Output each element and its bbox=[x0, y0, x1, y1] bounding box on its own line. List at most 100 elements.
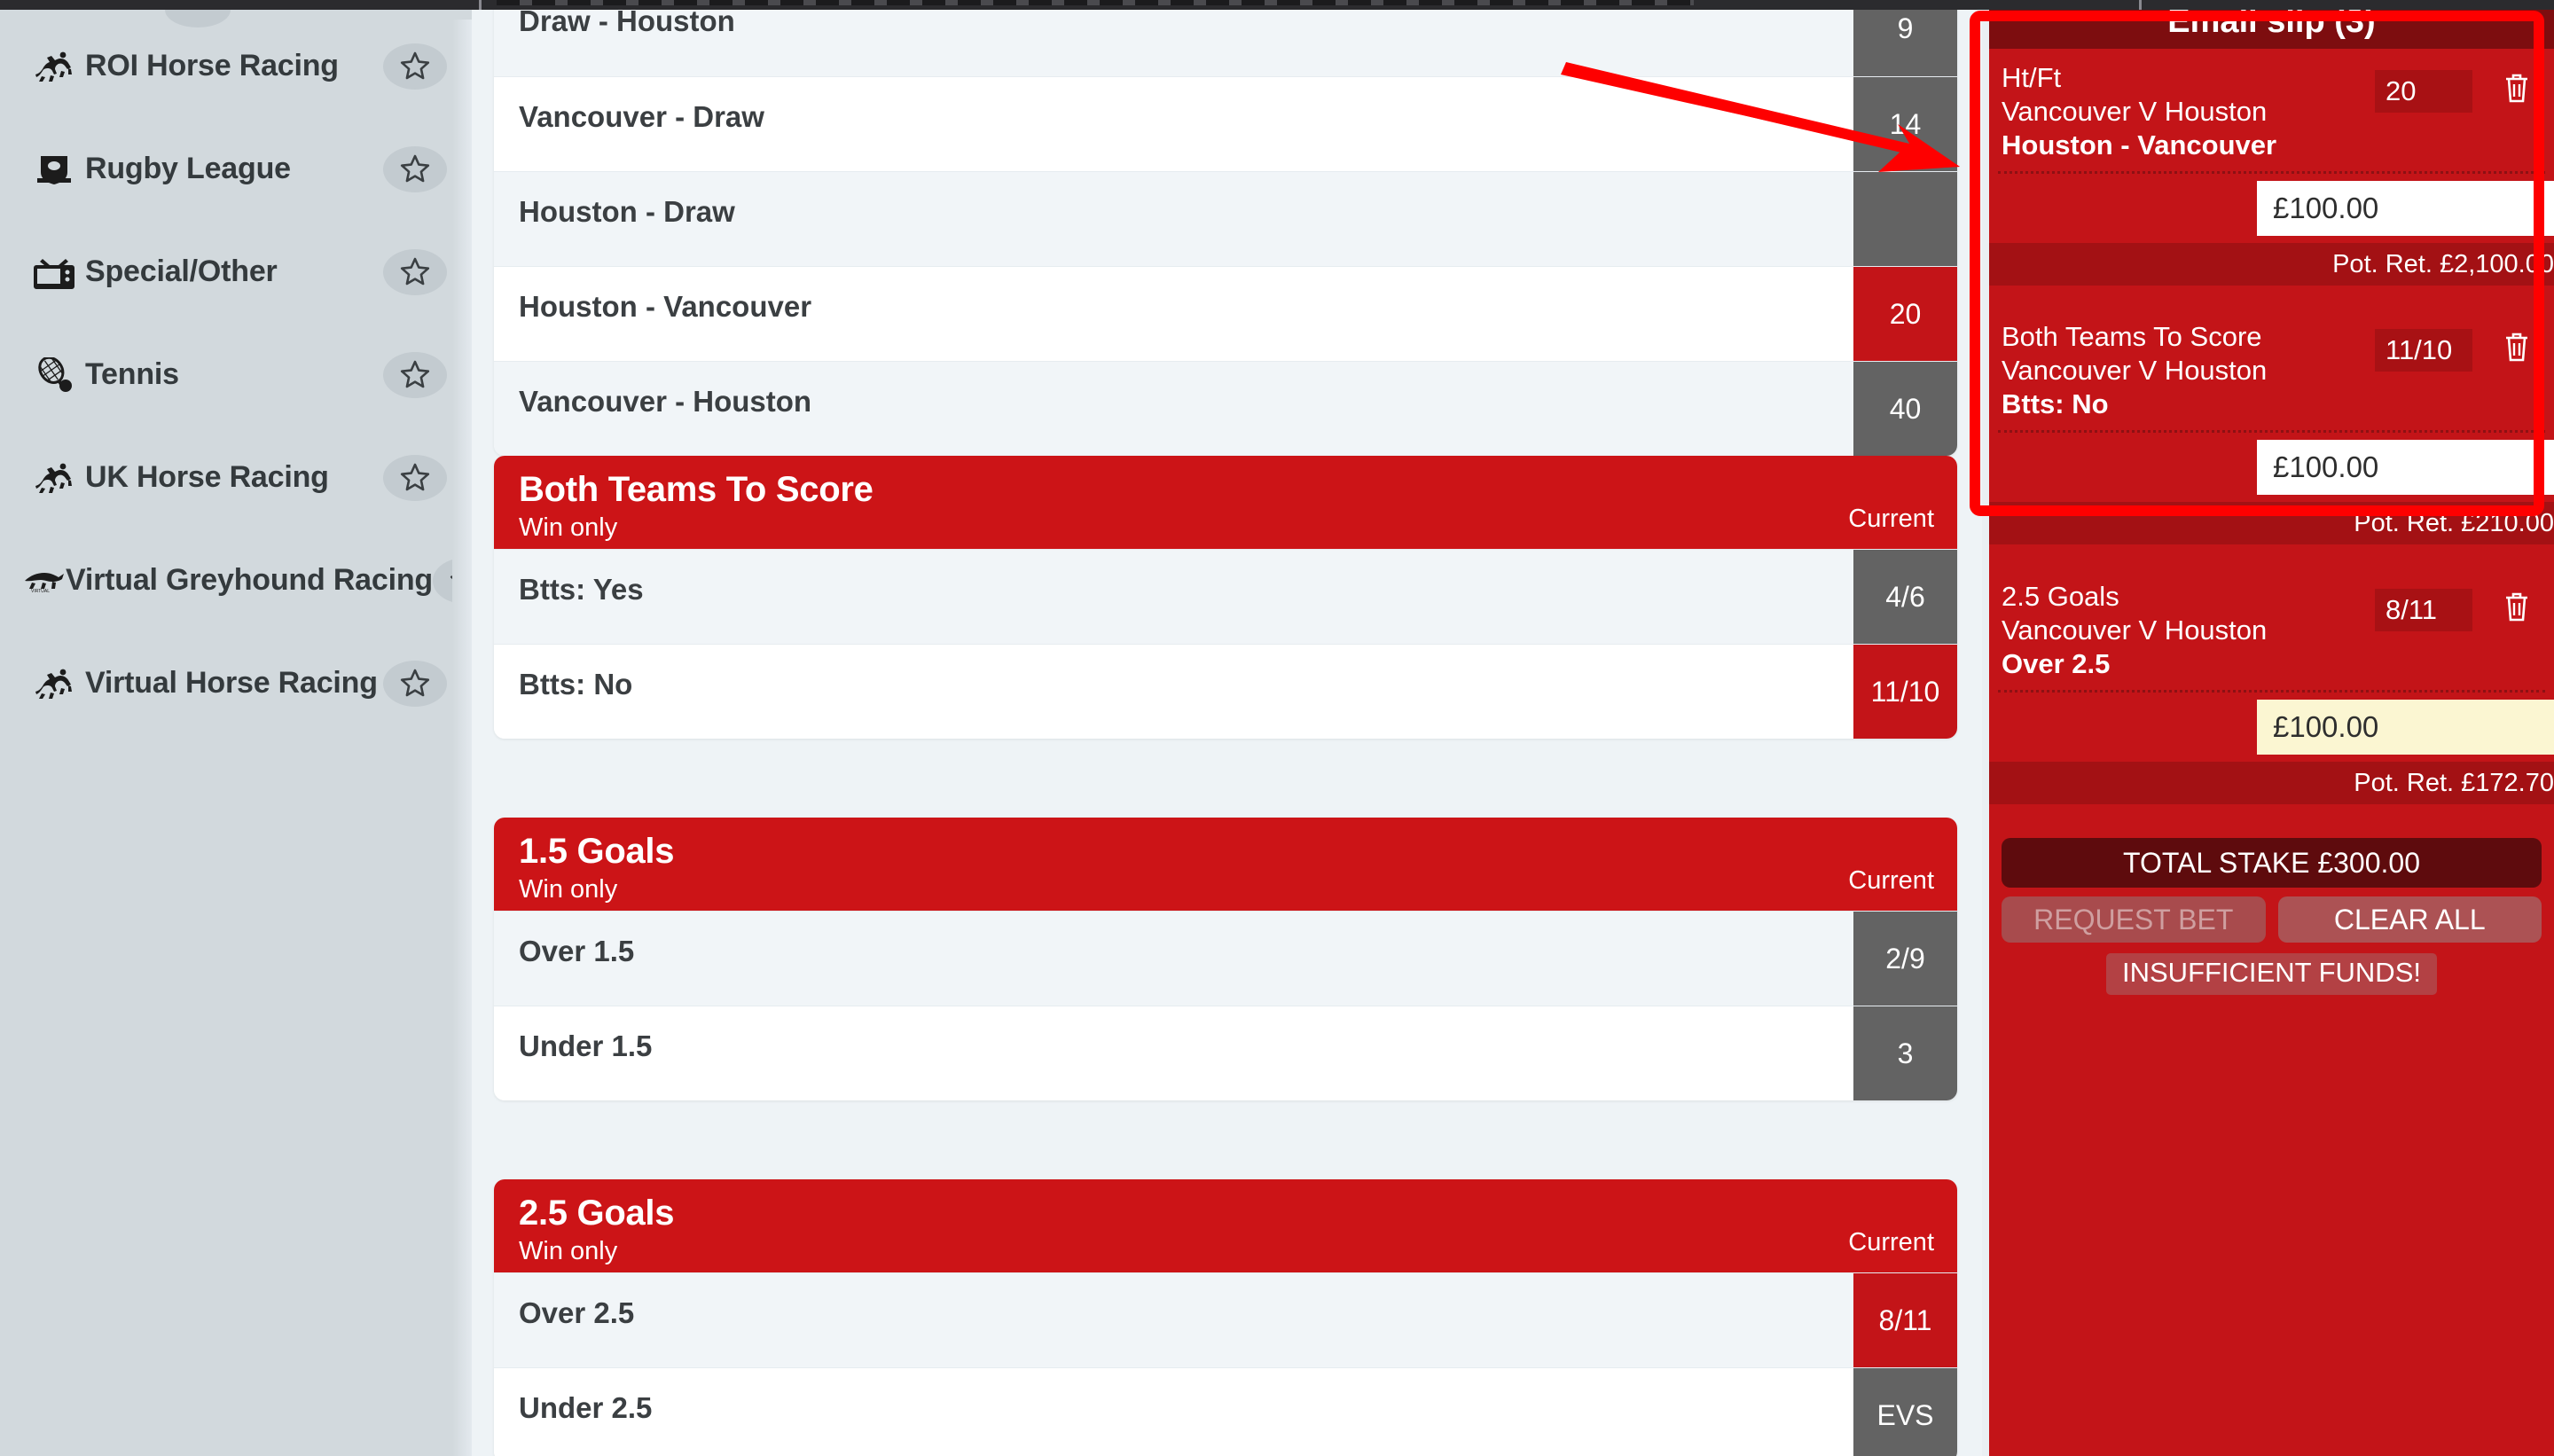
betslip-stake-area bbox=[1989, 693, 2554, 762]
odds-button[interactable] bbox=[1853, 172, 1957, 267]
selection-name: Under 2.5 bbox=[519, 1391, 653, 1424]
star-icon bbox=[400, 360, 430, 389]
sidebar-item-uk-horse-racing[interactable]: UK Horse Racing bbox=[0, 430, 472, 525]
betslip-stake-area bbox=[1989, 433, 2554, 502]
stake-input[interactable] bbox=[2257, 181, 2554, 236]
market-header-1-5-goals: 1.5 Goals Win only Current bbox=[494, 818, 1957, 911]
potential-return-text: Pot. Ret. £172.70 bbox=[2354, 769, 2554, 797]
betslip-bet-row: 2.5 Goals Vancouver V Houston Over 2.5 8/11… bbox=[1989, 568, 2554, 804]
selection-row[interactable]: Btts: No 11/10 bbox=[494, 644, 1957, 739]
market-card-ht-ft: Draw - Houston 9 Vancouver - Draw 14 Houston… bbox=[494, 10, 1957, 456]
selection-name: Btts: No bbox=[519, 668, 633, 701]
star-icon bbox=[400, 669, 430, 698]
selection-row[interactable]: Houston - Vancouver 20 bbox=[494, 266, 1957, 362]
request-bet-button[interactable]: REQUEST BET bbox=[2002, 896, 2266, 943]
total-stake-display: TOTAL STAKE £300.00 bbox=[2002, 838, 2542, 888]
odds-button[interactable]: 14 bbox=[1853, 77, 1957, 172]
betslip-bet-row: Both Teams To Score Vancouver V Houston Bt… bbox=[1989, 308, 2554, 544]
sidebar-item-label: Virtual Horse Racing bbox=[85, 666, 378, 700]
odds-column-header: Current bbox=[1848, 1228, 1934, 1256]
svg-text:VIRTUAL: VIRTUAL bbox=[31, 589, 50, 593]
sidebar-item-special-other[interactable]: Special/Other bbox=[0, 224, 472, 319]
odds-button[interactable]: 3 bbox=[1853, 1006, 1957, 1100]
selection-row[interactable]: Over 2.5 8/11 bbox=[494, 1272, 1957, 1368]
market-header-both-teams-to-score: Both Teams To Score Win only Current bbox=[494, 456, 1957, 549]
greyhound-icon: VIRTUAL bbox=[23, 568, 66, 593]
favourite-star-button[interactable] bbox=[383, 454, 447, 501]
selection-name: Btts: Yes bbox=[519, 573, 644, 606]
betslip-header: Email slip (3) bbox=[1989, 10, 2554, 49]
favourite-star-button[interactable] bbox=[383, 351, 447, 398]
sidebar-edge-shadow bbox=[452, 20, 472, 1456]
favourite-star-button[interactable] bbox=[383, 43, 447, 90]
trash-icon bbox=[2503, 331, 2531, 367]
favourite-star-button[interactable] bbox=[383, 660, 447, 707]
window-column-divider-right bbox=[2139, 0, 2142, 10]
window-top-edge bbox=[0, 0, 2554, 10]
sidebar-item-label: ROI Horse Racing bbox=[85, 49, 339, 82]
selection-row[interactable]: Vancouver - Draw 14 bbox=[494, 76, 1957, 172]
selection-row[interactable]: Btts: Yes 4/6 bbox=[494, 549, 1957, 645]
market-subtitle: Win only bbox=[519, 875, 618, 904]
odds-button[interactable]: 9 bbox=[1853, 10, 1957, 76]
betslip-potential-return: Pot. Ret. £2,100.00 bbox=[1989, 243, 2554, 286]
odds-button[interactable]: 8/11 bbox=[1853, 1273, 1957, 1368]
odds-button[interactable]: 20 bbox=[1853, 267, 1957, 362]
favourite-star-button[interactable] bbox=[383, 145, 447, 192]
sidebar-item-roi-horse-racing[interactable]: ROI Horse Racing bbox=[0, 19, 472, 114]
betslip-delete-button[interactable] bbox=[2497, 587, 2536, 630]
betslip-selection-name: Over 2.5 bbox=[2002, 648, 2111, 679]
selection-name: Draw - Houston bbox=[519, 10, 735, 37]
betslip-potential-return: Pot. Ret. £172.70 bbox=[1989, 762, 2554, 804]
selection-row[interactable]: Under 2.5 EVS bbox=[494, 1367, 1957, 1456]
selection-name: Vancouver - Houston bbox=[519, 385, 812, 418]
market-title: 2.5 Goals bbox=[519, 1194, 675, 1233]
betslip-bet-row: Ht/Ft Vancouver V Houston Houston - Vancou… bbox=[1989, 49, 2554, 286]
stake-input[interactable] bbox=[2257, 700, 2554, 755]
sidebar-item-label: Special/Other bbox=[85, 254, 278, 288]
market-header-2-5-goals: 2.5 Goals Win only Current bbox=[494, 1179, 1957, 1272]
favourite-star-button[interactable] bbox=[383, 248, 447, 295]
selection-row[interactable]: Under 1.5 3 bbox=[494, 1006, 1957, 1100]
betslip-bet-details: Both Teams To Score Vancouver V Houston Bt… bbox=[1989, 308, 2554, 430]
betslip-odds: 20 bbox=[2375, 70, 2472, 113]
betslip-odds: 11/10 bbox=[2375, 329, 2472, 372]
stake-input[interactable] bbox=[2257, 440, 2554, 495]
sidebar-item-tennis[interactable]: Tennis bbox=[0, 327, 472, 422]
selection-name: Under 1.5 bbox=[519, 1029, 653, 1062]
market-card-2-5-goals: 2.5 Goals Win only Current Over 2.5 8/11 Unde… bbox=[494, 1179, 1957, 1456]
selection-row[interactable]: Over 1.5 2/9 bbox=[494, 911, 1957, 1006]
market-subtitle: Win only bbox=[519, 1237, 618, 1265]
selection-row[interactable]: Vancouver - Houston 40 bbox=[494, 361, 1957, 456]
sidebar-item-rugby-league[interactable]: Rugby League bbox=[0, 121, 472, 216]
star-icon bbox=[400, 154, 430, 184]
betslip-delete-button[interactable] bbox=[2497, 68, 2536, 111]
selection-name: Over 2.5 bbox=[519, 1296, 635, 1329]
market-title: 1.5 Goals bbox=[519, 832, 675, 871]
betslip-footer: TOTAL STAKE £300.00 REQUEST BET CLEAR ALL I… bbox=[1989, 829, 2554, 995]
sidebar-item-label: Virtual Greyhound Racing bbox=[66, 563, 433, 597]
selection-row[interactable]: Houston - Draw bbox=[494, 171, 1957, 267]
sidebar-item-virtual-horse-racing[interactable]: Virtual Horse Racing bbox=[0, 636, 472, 731]
betslip-warning-wrap: INSUFFICIENT FUNDS! bbox=[1989, 953, 2554, 995]
betslip-panel: Email slip (3) Ht/Ft Vancouver V Houston H… bbox=[1989, 10, 2554, 1456]
betslip-delete-button[interactable] bbox=[2497, 327, 2536, 370]
betslip-actions: REQUEST BET CLEAR ALL bbox=[2002, 896, 2542, 943]
market-subtitle: Win only bbox=[519, 513, 618, 542]
sidebar-item-virtual-greyhound-racing[interactable]: VIRTUAL Virtual Greyhound Racing bbox=[0, 533, 497, 628]
odds-button[interactable]: 2/9 bbox=[1853, 912, 1957, 1006]
star-icon bbox=[400, 463, 430, 492]
odds-button[interactable]: 40 bbox=[1853, 362, 1957, 456]
selection-name: Over 1.5 bbox=[519, 935, 635, 967]
odds-button[interactable]: 4/6 bbox=[1853, 550, 1957, 645]
selection-name: Houston - Draw bbox=[519, 195, 735, 228]
horse-racing-icon bbox=[23, 462, 85, 494]
selection-row[interactable]: Draw - Houston 9 bbox=[494, 10, 1957, 76]
odds-column-header: Current bbox=[1848, 866, 1934, 895]
odds-button[interactable]: EVS bbox=[1853, 1368, 1957, 1456]
betslip-bet-details: Ht/Ft Vancouver V Houston Houston - Vancou… bbox=[1989, 49, 2554, 171]
clear-all-button[interactable]: CLEAR ALL bbox=[2277, 896, 2542, 943]
markets-main-panel: Draw - Houston 9 Vancouver - Draw 14 Houston… bbox=[472, 10, 1982, 1456]
market-card-both-teams-to-score: Both Teams To Score Win only Current Btts: … bbox=[494, 456, 1957, 739]
odds-button[interactable]: 11/10 bbox=[1853, 645, 1957, 739]
